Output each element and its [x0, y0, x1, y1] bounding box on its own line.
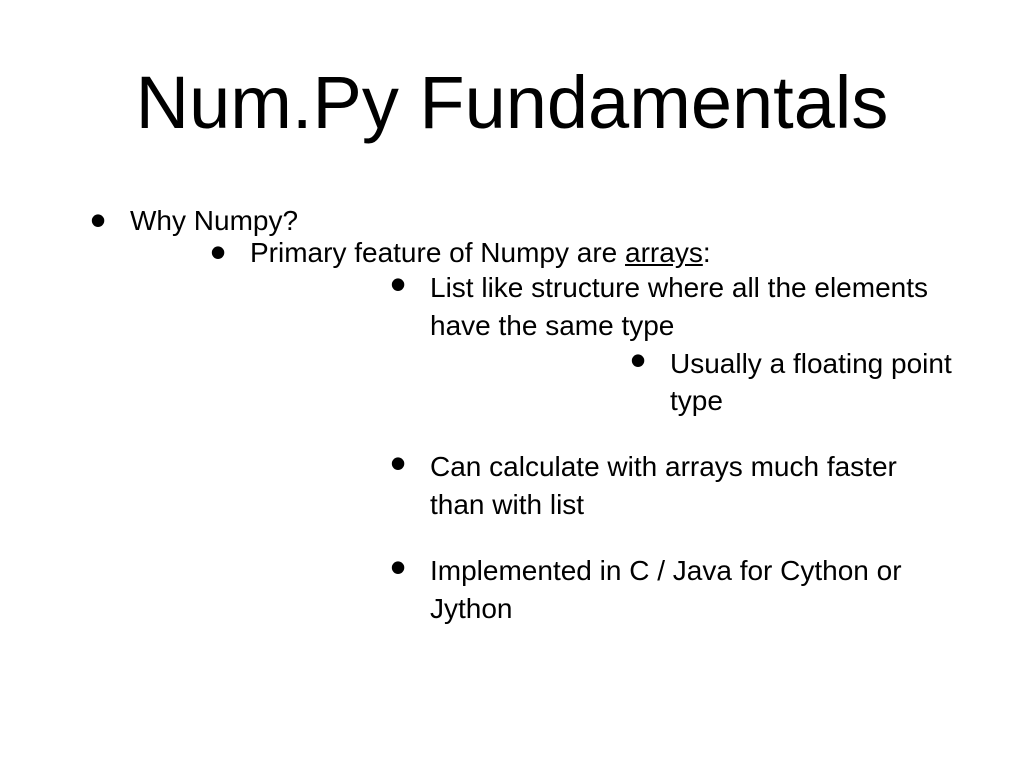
- bullet-level1: Why Numpy? Primary feature of Numpy are …: [130, 205, 954, 627]
- bullet-level4: Usually a floating point type: [670, 345, 954, 421]
- slide-title: Num.Py Fundamentals: [70, 60, 954, 145]
- bullet-text: Usually a floating point type: [670, 348, 952, 417]
- bullet-text: List like structure where all the elemen…: [430, 272, 928, 341]
- slide: Num.Py Fundamentals Why Numpy? Primary f…: [0, 0, 1024, 768]
- bullet-level2: Primary feature of Numpy are arrays: Lis…: [250, 237, 954, 627]
- bullet-text-prefix: Primary feature of Numpy are: [250, 237, 625, 268]
- bullet-text-suffix: :: [703, 237, 711, 268]
- bullet-level3: Can calculate with arrays much faster th…: [430, 448, 954, 524]
- bullet-text-underlined: arrays: [625, 237, 703, 268]
- bullet-level3: List like structure where all the elemen…: [430, 269, 954, 420]
- bullet-text: Can calculate with arrays much faster th…: [430, 451, 897, 520]
- bullet-text: Implemented in C / Java for Cython or Jy…: [430, 555, 902, 624]
- bullet-list: Why Numpy? Primary feature of Numpy are …: [70, 205, 954, 627]
- bullet-level3: Implemented in C / Java for Cython or Jy…: [430, 552, 954, 628]
